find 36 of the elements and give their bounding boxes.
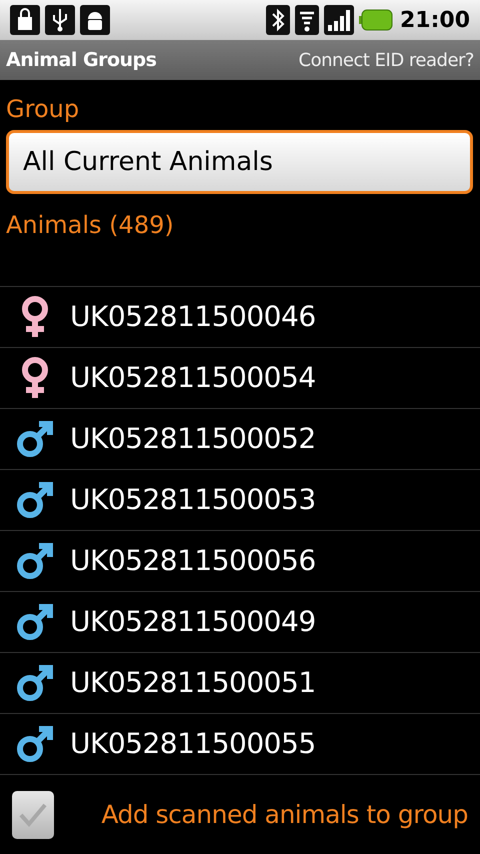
animals-header: Animals (489)	[6, 210, 175, 241]
male-symbol-icon	[15, 480, 55, 520]
signal-icon	[324, 5, 354, 35]
male-symbol-icon	[15, 419, 55, 459]
animal-tag: UK052811500055	[70, 723, 316, 765]
animal-tag: UK052811500056	[70, 540, 316, 582]
clock: 21:00	[400, 6, 470, 34]
animal-tag: UK052811500053	[70, 479, 316, 521]
animal-tag: UK052811500049	[70, 601, 316, 643]
checkmark-icon	[18, 802, 48, 828]
animal-tag: UK052811500051	[70, 662, 316, 704]
group-dropdown[interactable]: All Current Animals	[6, 130, 473, 194]
animal-row[interactable]: UK052811500054	[0, 348, 480, 409]
connect-reader-link[interactable]: Connect EID reader?	[298, 46, 474, 74]
animal-row[interactable]: UK052811500053	[0, 470, 480, 531]
male-symbol-icon	[15, 602, 55, 642]
animal-row[interactable]: UK052811500055	[0, 714, 480, 775]
checkbox-label: Add scanned animals to group	[101, 799, 468, 832]
animal-row[interactable]: UK052811500056	[0, 531, 480, 592]
animal-row[interactable]: UK052811500049	[0, 592, 480, 653]
bluetooth-icon	[266, 5, 290, 35]
group-label: Group	[6, 94, 80, 124]
wifi-icon	[294, 5, 319, 35]
animal-row[interactable]: UK052811500052	[0, 409, 480, 470]
male-symbol-icon	[15, 541, 55, 581]
usb-icon	[45, 5, 75, 35]
animal-tag: UK052811500046	[70, 296, 316, 338]
battery-icon	[358, 8, 393, 32]
animal-tag: UK052811500054	[70, 357, 316, 399]
animal-row[interactable]: UK052811500046	[0, 287, 480, 348]
animal-row[interactable]: UK052811500051	[0, 653, 480, 714]
animal-tag: UK052811500052	[70, 418, 316, 460]
male-symbol-icon	[15, 724, 55, 764]
male-symbol-icon	[15, 663, 55, 703]
checkbox[interactable]	[12, 791, 54, 839]
screen-title: Animal Groups	[6, 48, 156, 73]
